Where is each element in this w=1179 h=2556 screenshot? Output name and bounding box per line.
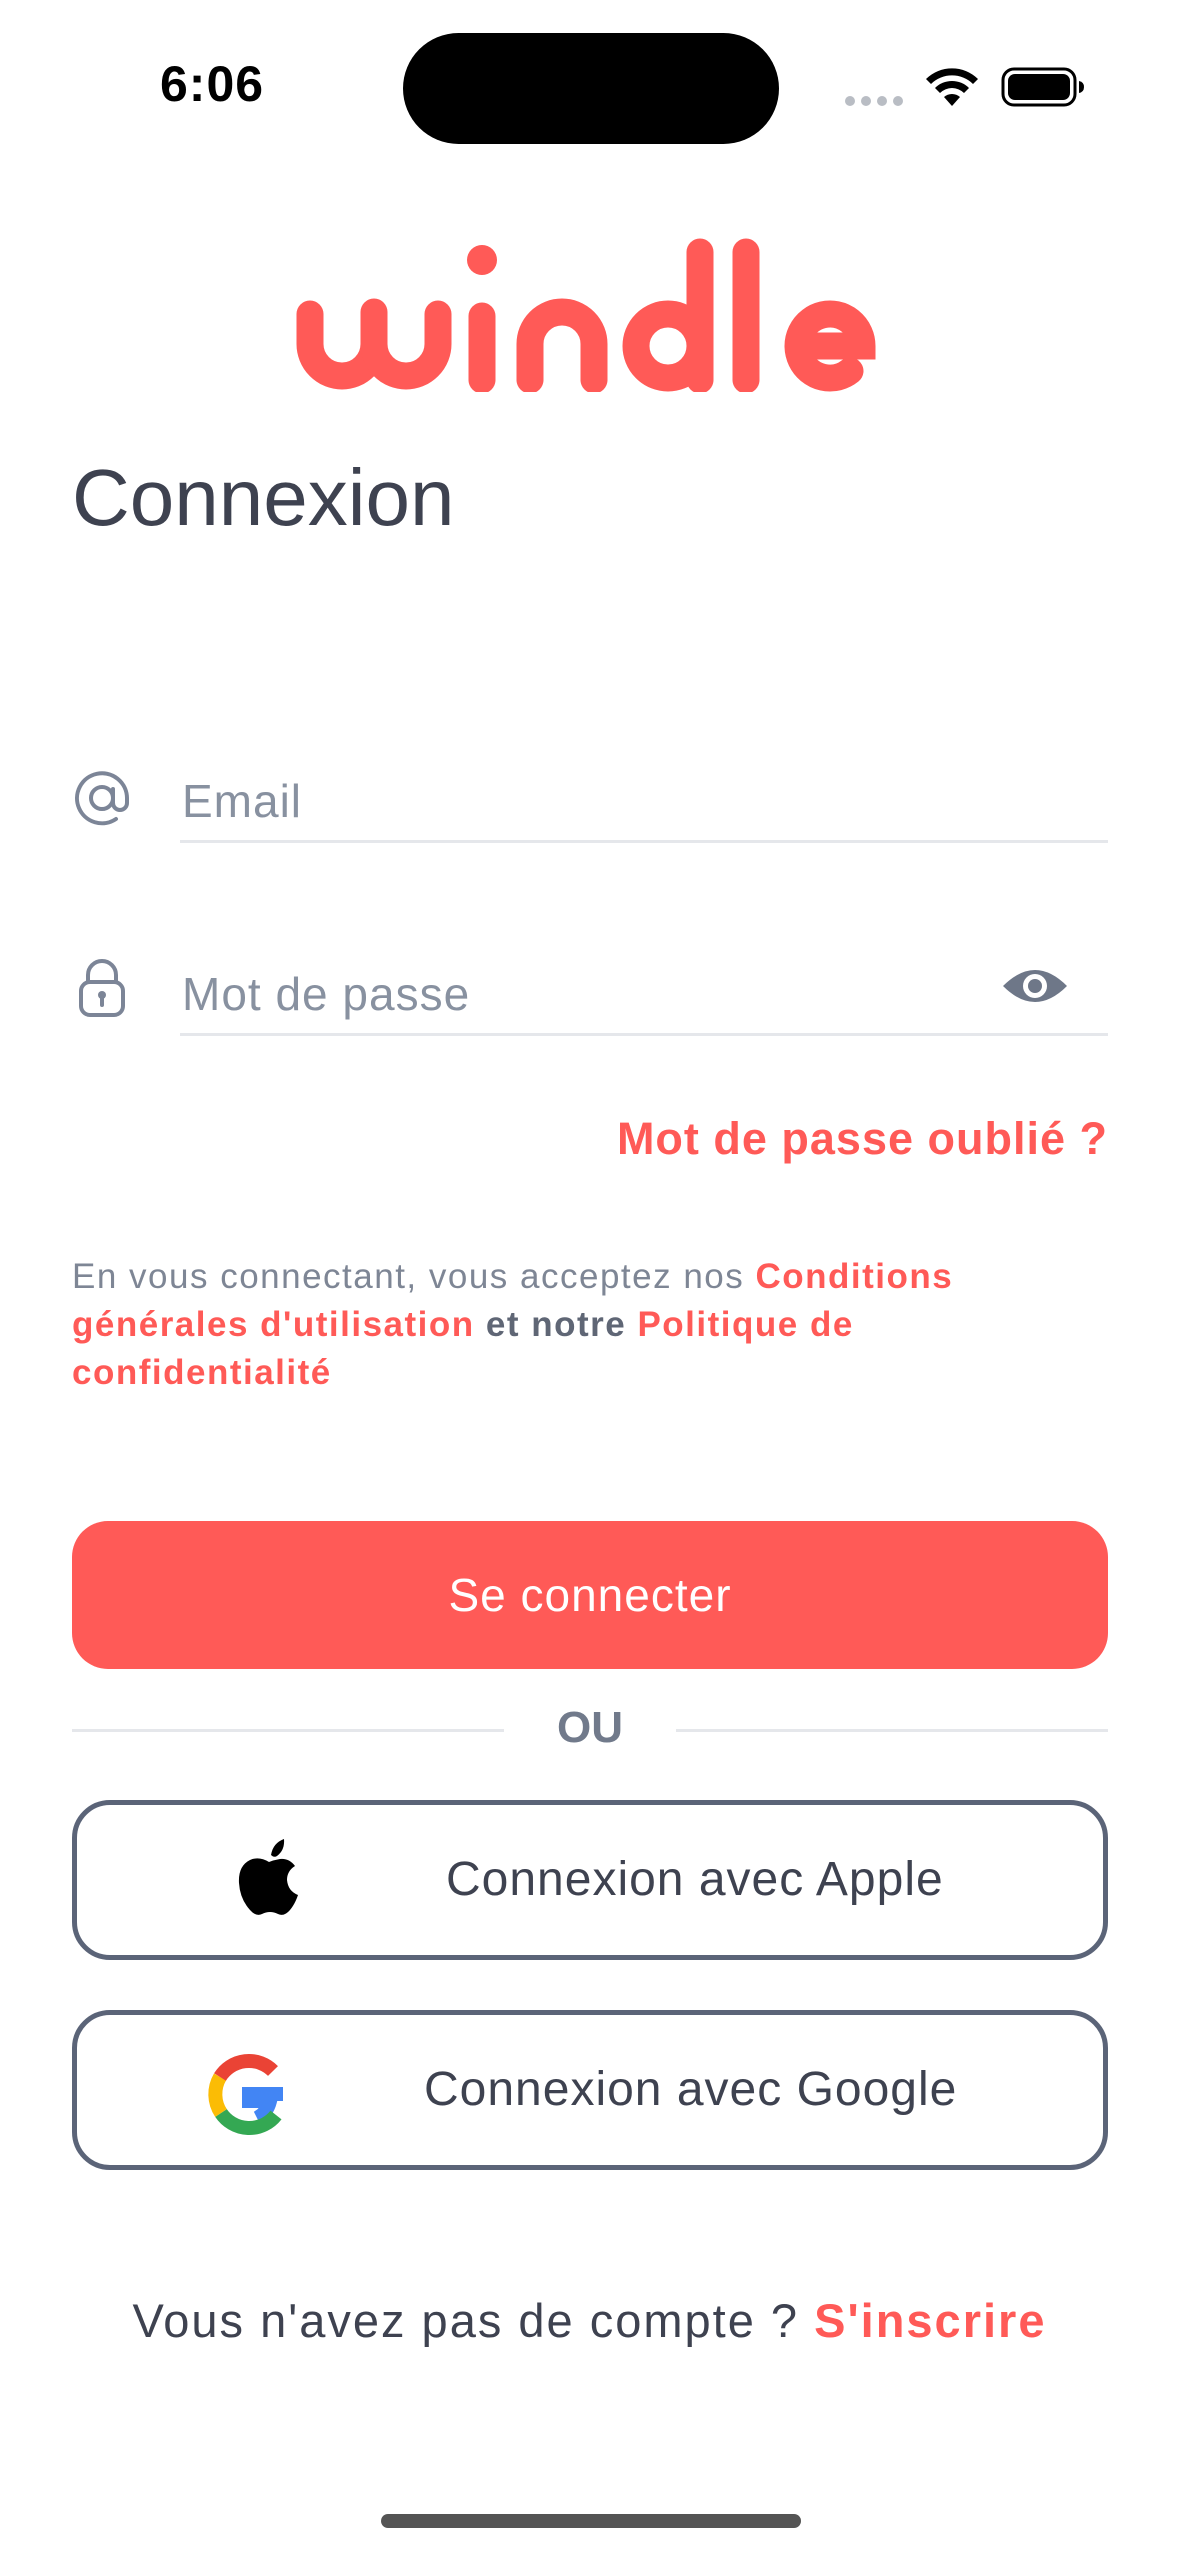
terms-middle: et notre — [474, 1305, 638, 1344]
lock-icon — [79, 959, 125, 1017]
divider-line-right — [676, 1729, 1108, 1732]
battery-icon — [1001, 67, 1084, 107]
cellular-signal-icon — [845, 92, 907, 108]
terms-prefix: En vous connectant, vous acceptez nos — [72, 1257, 756, 1296]
wifi-icon — [926, 68, 978, 106]
brand-logo — [296, 238, 876, 392]
forgot-password-link[interactable]: Mot de passe oublié ? — [617, 1113, 1108, 1165]
status-time: 6:06 — [160, 56, 265, 112]
apple-icon — [238, 1839, 298, 1915]
apple-login-label: Connexion avec Apple — [446, 1853, 944, 1906]
terms-text: En vous connectant, vous acceptez nos Co… — [72, 1253, 1108, 1397]
at-icon — [75, 771, 129, 826]
email-field[interactable] — [180, 755, 1108, 843]
google-login-label: Connexion avec Google — [424, 2063, 958, 2116]
dynamic-island — [403, 33, 779, 144]
divider-line-left — [72, 1729, 504, 1732]
email-input[interactable] — [182, 771, 1002, 831]
or-divider: OU — [557, 1703, 623, 1752]
eye-icon[interactable] — [1000, 960, 1070, 1012]
status-bar: 6:06 — [0, 0, 1179, 170]
signup-prompt-text: Vous n'avez pas de compte ? — [132, 2294, 815, 2347]
password-input[interactable] — [182, 964, 1002, 1024]
home-indicator[interactable] — [381, 2514, 801, 2528]
google-icon — [208, 2053, 283, 2136]
login-button[interactable]: Se connecter — [72, 1521, 1108, 1669]
page-title: Connexion — [72, 453, 455, 542]
password-field[interactable] — [180, 948, 1108, 1036]
google-login-button[interactable]: Connexion avec Google — [72, 2010, 1108, 2170]
signup-prompt: Vous n'avez pas de compte ? S'inscrire — [0, 2293, 1179, 2348]
signup-link[interactable]: S'inscrire — [814, 2294, 1046, 2347]
apple-login-button[interactable]: Connexion avec Apple — [72, 1800, 1108, 1960]
